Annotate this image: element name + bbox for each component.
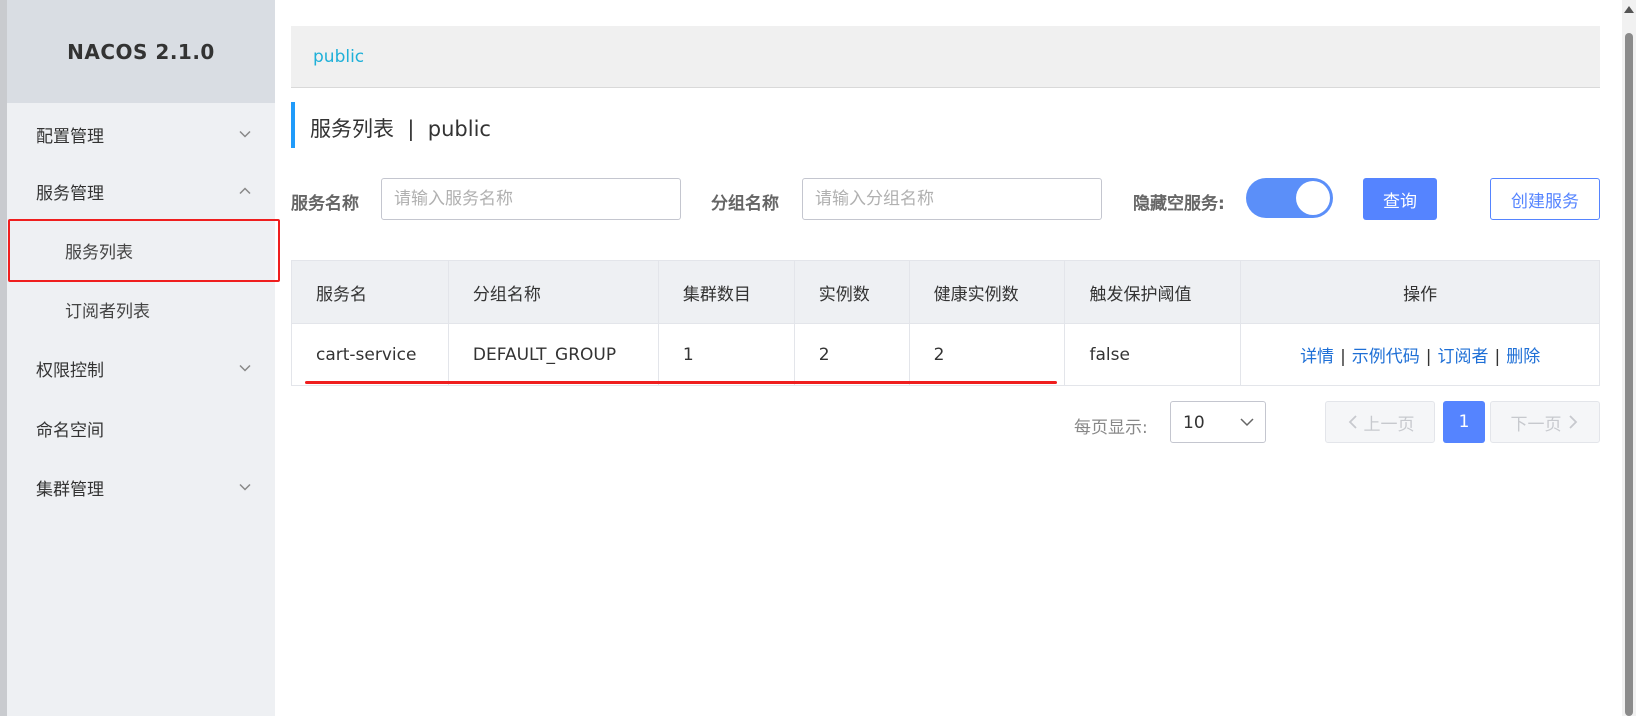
column-header-actions: 操作 [1240, 260, 1600, 324]
table-header-row: 服务名 分组名称 集群数目 实例数 健康实例数 触发保护阈值 操作 [291, 260, 1600, 324]
per-page-value: 10 [1183, 413, 1205, 433]
sidebar-item-label: 集群管理 [36, 479, 104, 500]
column-header-instances: 实例数 [793, 260, 910, 324]
per-page-label: 每页显示: [1074, 418, 1148, 438]
service-table: 服务名 分组名称 集群数目 实例数 健康实例数 触发保护阈值 操作 cart-s… [291, 260, 1600, 386]
sidebar: NACOS 2.1.0 配置管理 服务管理 服务列表 订阅者列表 权限控制 命名… [7, 0, 280, 716]
page-header: 服务列表 | public [291, 102, 1091, 148]
toggle-knob [1296, 181, 1330, 215]
sidebar-item-label: 订阅者列表 [65, 301, 150, 322]
chevron-up-icon [239, 187, 251, 195]
column-header-service: 服务名 [291, 260, 449, 324]
hide-empty-toggle[interactable] [1246, 178, 1333, 218]
column-header-clusters: 集群数目 [657, 260, 795, 324]
sidebar-item-label: 权限控制 [36, 360, 104, 381]
delete-link[interactable]: 删除 [1506, 347, 1540, 367]
service-name-label: 服务名称 [291, 194, 359, 214]
chevron-left-icon [1348, 415, 1357, 429]
scrollbar-thumb[interactable] [1625, 33, 1633, 716]
sidebar-item-subscriber-list[interactable]: 订阅者列表 [7, 289, 275, 329]
brand-logo: NACOS 2.1.0 [7, 0, 275, 103]
per-page-select[interactable]: 10 [1170, 401, 1266, 443]
cell-service-name: cart-service [291, 323, 449, 386]
sidebar-item-label: 命名空间 [36, 420, 104, 441]
group-name-label: 分组名称 [711, 194, 779, 214]
filter-bar: 服务名称 分组名称 隐藏空服务: 查询 创建服务 [291, 178, 1600, 220]
op-separator: | [1425, 347, 1432, 367]
sidebar-item-service-management[interactable]: 服务管理 [7, 171, 275, 211]
red-annotation-underline [305, 381, 1057, 384]
table-row: cart-service DEFAULT_GROUP 1 2 2 false 详… [291, 323, 1600, 386]
op-separator: | [1494, 347, 1501, 367]
cell-actions: 详情 | 示例代码 | 订阅者 | 删除 [1240, 323, 1600, 386]
red-highlight-box [8, 219, 280, 282]
chevron-down-icon [239, 364, 251, 372]
chevron-down-icon [239, 483, 251, 491]
cell-healthy-count: 2 [908, 323, 1066, 386]
create-service-button[interactable]: 创建服务 [1490, 178, 1600, 220]
subscribers-link[interactable]: 订阅者 [1438, 347, 1489, 367]
cell-instance-count: 2 [793, 323, 910, 386]
prev-page-label: 上一页 [1363, 414, 1415, 435]
vertical-scrollbar[interactable] [1622, 0, 1636, 716]
sample-code-link[interactable]: 示例代码 [1352, 347, 1420, 367]
details-link[interactable]: 详情 [1300, 347, 1334, 367]
chevron-down-icon [239, 130, 251, 138]
page-title: 服务列表 | public [310, 117, 491, 141]
sidebar-item-cluster-management[interactable]: 集群管理 [7, 467, 275, 507]
column-header-healthy: 健康实例数 [908, 260, 1066, 324]
column-header-threshold: 触发保护阈值 [1064, 260, 1242, 324]
sidebar-item-access-control[interactable]: 权限控制 [7, 348, 275, 388]
cell-cluster-count: 1 [657, 323, 795, 386]
next-page-button[interactable]: 下一页 [1490, 401, 1600, 443]
chevron-right-icon [1568, 415, 1577, 429]
scroll-up-arrow-icon[interactable] [1624, 6, 1634, 13]
sidebar-item-label: 服务管理 [36, 183, 104, 204]
pagination: 每页显示: 10 上一页 1 下一页 [291, 401, 1600, 444]
namespace-link-public[interactable]: public [313, 47, 364, 67]
op-separator: | [1340, 347, 1346, 367]
namespace-bar: public [291, 26, 1600, 88]
sidebar-item-label: 配置管理 [36, 126, 104, 147]
cell-group-name: DEFAULT_GROUP [447, 323, 659, 386]
column-header-group: 分组名称 [447, 260, 659, 324]
cell-threshold: false [1064, 323, 1242, 386]
prev-page-button[interactable]: 上一页 [1325, 401, 1435, 443]
next-page-label: 下一页 [1510, 414, 1562, 435]
hide-empty-label: 隐藏空服务: [1133, 194, 1225, 214]
chevron-down-icon [1240, 418, 1254, 427]
title-accent-bar [291, 102, 295, 148]
sidebar-item-config-management[interactable]: 配置管理 [7, 114, 275, 154]
group-name-input[interactable] [802, 178, 1102, 220]
window-left-edge [0, 0, 7, 716]
sidebar-item-namespace[interactable]: 命名空间 [7, 408, 275, 448]
query-button[interactable]: 查询 [1363, 178, 1437, 220]
service-name-input[interactable] [381, 178, 681, 220]
page-number-1[interactable]: 1 [1443, 401, 1485, 443]
